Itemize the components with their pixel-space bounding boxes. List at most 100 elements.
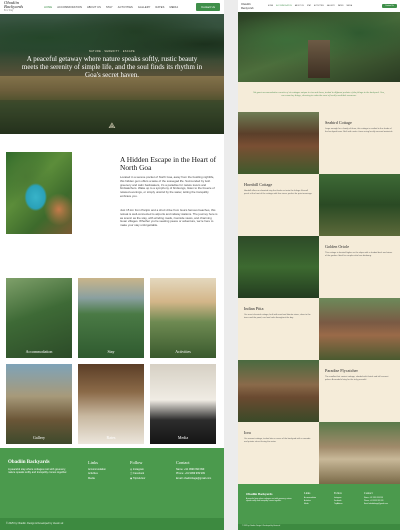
page-right: Obadiin Backyards HOME ACCOMMODATION ABO… bbox=[238, 0, 400, 530]
nav-rates[interactable]: RATES bbox=[156, 6, 165, 9]
footer-follow-title: Follow bbox=[334, 492, 342, 495]
nav-accommodation[interactable]: ACCOMMODATION bbox=[276, 6, 292, 7]
cottage-image[interactable] bbox=[319, 422, 400, 484]
site-footer: Obadiin Backyards A peaceful stay where … bbox=[238, 484, 400, 524]
tile-label: Activities bbox=[175, 349, 191, 354]
cottage-row: Seabird Cottage Large enough for a family… bbox=[238, 112, 400, 174]
footer-link[interactable]: Media bbox=[88, 477, 106, 481]
brand-name: Obadiin Backyards bbox=[4, 0, 24, 9]
nav-media[interactable]: MEDIA bbox=[347, 6, 353, 7]
footer-contact-title: Contact bbox=[364, 492, 373, 495]
cottage-image[interactable] bbox=[238, 236, 319, 298]
tile-accommodation[interactable]: Accommodation bbox=[6, 278, 72, 358]
footer-links: Links Accommodation Activities Media bbox=[88, 460, 106, 481]
footer-follow-title: Follow bbox=[130, 460, 143, 465]
cottage-desc: Large enough for a family of three, this… bbox=[325, 128, 393, 133]
copyright: © 2025 by Obadiin. Design & Developed by… bbox=[0, 518, 224, 530]
footer-brand: Obadiin Backyards bbox=[8, 460, 50, 465]
nav-about-us[interactable]: ABOUT US bbox=[87, 6, 101, 9]
footer-links-title: Links bbox=[88, 460, 99, 465]
accommodation-hero-image bbox=[238, 12, 400, 82]
nav-gallery[interactable]: GALLERY bbox=[327, 6, 335, 7]
footer-follow: Follow Instagram Facebook TripAdvisor bbox=[334, 492, 342, 505]
tile-activities[interactable]: Activities bbox=[150, 278, 216, 358]
cottage-desc: The smallest but coziest cottage, shaded… bbox=[325, 376, 389, 381]
footer-contact: Contact Name: +91 9999 999 999 Phone: +9… bbox=[176, 460, 211, 481]
tripadvisor-label: TripAdvisor bbox=[132, 476, 146, 480]
footer-description: A peaceful stay where cottages rest with… bbox=[8, 468, 68, 475]
cottage-text: Hornbill Cottage Hornbill offers an eleva… bbox=[238, 174, 319, 236]
brand-logo[interactable]: Obadiin Backyards Eco Stay bbox=[4, 0, 30, 13]
copyright: © 2025 by Obadiin. Design & Developed by… bbox=[238, 524, 400, 530]
cottage-row: Golden Oriole This cottage is located hig… bbox=[238, 236, 400, 298]
tile-gallery[interactable]: Gallery bbox=[6, 364, 72, 444]
nav-links: HOME ACCOMMODATION ABOUT US STAY ACTIVIT… bbox=[268, 6, 352, 7]
cottage-row: Paradise Flycatcher The smallest but cozi… bbox=[238, 360, 400, 422]
tile-label: Gallery bbox=[33, 435, 45, 440]
nav-home[interactable]: HOME bbox=[268, 6, 273, 7]
cottage-text: Indian Pitta Our most classical cottage, … bbox=[238, 298, 319, 360]
footer-follow: Follow ◎ Instagram ⓕ Facebook ◉ TripAdvi… bbox=[130, 460, 145, 481]
brand-logo[interactable]: Obadiin Backyards bbox=[241, 2, 259, 10]
tile-media[interactable]: Media bbox=[150, 364, 216, 444]
brand-mark-icon: ⟁ bbox=[108, 121, 116, 130]
site-footer: Obadiin Backyards A peaceful stay where … bbox=[0, 448, 224, 518]
nav-stay[interactable]: STAY bbox=[307, 6, 311, 7]
brand-tagline: Eco Stay bbox=[4, 9, 14, 12]
nav-media[interactable]: MEDIA bbox=[169, 6, 178, 9]
tripadvisor-link[interactable]: ◉ TripAdvisor bbox=[130, 477, 145, 481]
brand-name: Obadiin Backyards bbox=[241, 2, 254, 10]
cottage-image[interactable] bbox=[238, 112, 319, 174]
cottage-row: Hornbill Cottage Hornbill offers an eleva… bbox=[238, 174, 400, 236]
nav-activities[interactable]: ACTIVITIES bbox=[314, 6, 324, 7]
nav-stay[interactable]: STAY bbox=[106, 6, 113, 9]
nav-rates[interactable]: RATES bbox=[338, 6, 344, 7]
footer-contact-title: Contact bbox=[176, 460, 190, 465]
cottage-image[interactable] bbox=[319, 174, 400, 236]
cottage-desc: Hornbill offers an elevated stay that lo… bbox=[244, 190, 313, 195]
footer-brand: Obadiin Backyards bbox=[246, 492, 273, 496]
section-paragraph-1: Located in a serene pocket of North Goa,… bbox=[120, 175, 215, 198]
cottage-image[interactable] bbox=[238, 360, 319, 422]
nav-gallery[interactable]: GALLERY bbox=[138, 6, 151, 9]
footer-link[interactable]: Media bbox=[304, 503, 316, 506]
cottage-name: Hornbill Cottage bbox=[244, 182, 273, 187]
tile-rates[interactable]: Rates bbox=[78, 364, 144, 444]
footer-links-title: Links bbox=[304, 492, 311, 495]
hero-posts bbox=[308, 40, 330, 78]
cottage-image[interactable] bbox=[319, 298, 400, 360]
hero-banner: NATURE · SERENITY · ESCAPE A peaceful ge… bbox=[0, 14, 224, 134]
top-navbar: Obadiin Backyards Eco Stay HOME ACCOMMODA… bbox=[0, 0, 224, 14]
tripadvisor-link[interactable]: TripAdvisor bbox=[334, 503, 342, 506]
nav-activities[interactable]: ACTIVITIES bbox=[118, 6, 133, 9]
cottage-name: Seabird Cottage bbox=[325, 120, 352, 125]
cottage-desc: Our newest cottage, tucked into a corner… bbox=[244, 438, 311, 443]
contact-line[interactable]: Email: obadiinbaga@gmail.com bbox=[364, 503, 388, 506]
contact-button[interactable]: Contact Us bbox=[382, 3, 397, 9]
accommodation-intro: We guest accommodation consists of six c… bbox=[238, 82, 400, 112]
intro-text: We guest accommodation consists of six c… bbox=[253, 91, 385, 98]
footer-contact: Contact Name: +91 9999 999 999 Phone: +9… bbox=[364, 492, 388, 505]
hero-kicker: NATURE · SERENITY · ESCAPE bbox=[89, 50, 135, 53]
cottage-name: Paradise Flycatcher bbox=[325, 368, 358, 373]
tile-label: Rates bbox=[106, 435, 116, 440]
cottage-name: Golden Oriole bbox=[325, 244, 350, 249]
hidden-escape-section: A Hidden Escape in the Heart of North Go… bbox=[0, 134, 224, 270]
contact-line[interactable]: Email: obadiinbaga@gmail.com bbox=[176, 477, 211, 481]
category-grid: Accommodation Stay Activities Gallery Ra… bbox=[0, 270, 224, 448]
tile-label: Media bbox=[177, 435, 189, 440]
cottage-text: Paradise Flycatcher The smallest but cozi… bbox=[319, 360, 400, 422]
cottage-desc: This cottage is located higher on the sl… bbox=[325, 252, 393, 257]
footer-description: A peaceful stay where cottages rest with… bbox=[246, 498, 292, 503]
tile-label: Stay bbox=[107, 349, 115, 354]
section-paragraph-2: Just 15 km from Panjim and a short drive… bbox=[120, 208, 218, 228]
tile-stay[interactable]: Stay bbox=[78, 278, 144, 358]
nav-home[interactable]: HOME bbox=[44, 6, 52, 9]
tile-label: Accommodation bbox=[25, 349, 53, 354]
cottage-name: Indian Pitta bbox=[244, 306, 264, 311]
hero-headline: A peaceful getaway where nature speaks s… bbox=[21, 55, 203, 80]
nav-about-us[interactable]: ABOUT US bbox=[295, 6, 304, 7]
nav-accommodation[interactable]: ACCOMMODATION bbox=[57, 6, 82, 9]
contact-button[interactable]: Contact Us bbox=[196, 3, 220, 11]
section-title: A Hidden Escape in the Heart of North Go… bbox=[120, 155, 217, 173]
